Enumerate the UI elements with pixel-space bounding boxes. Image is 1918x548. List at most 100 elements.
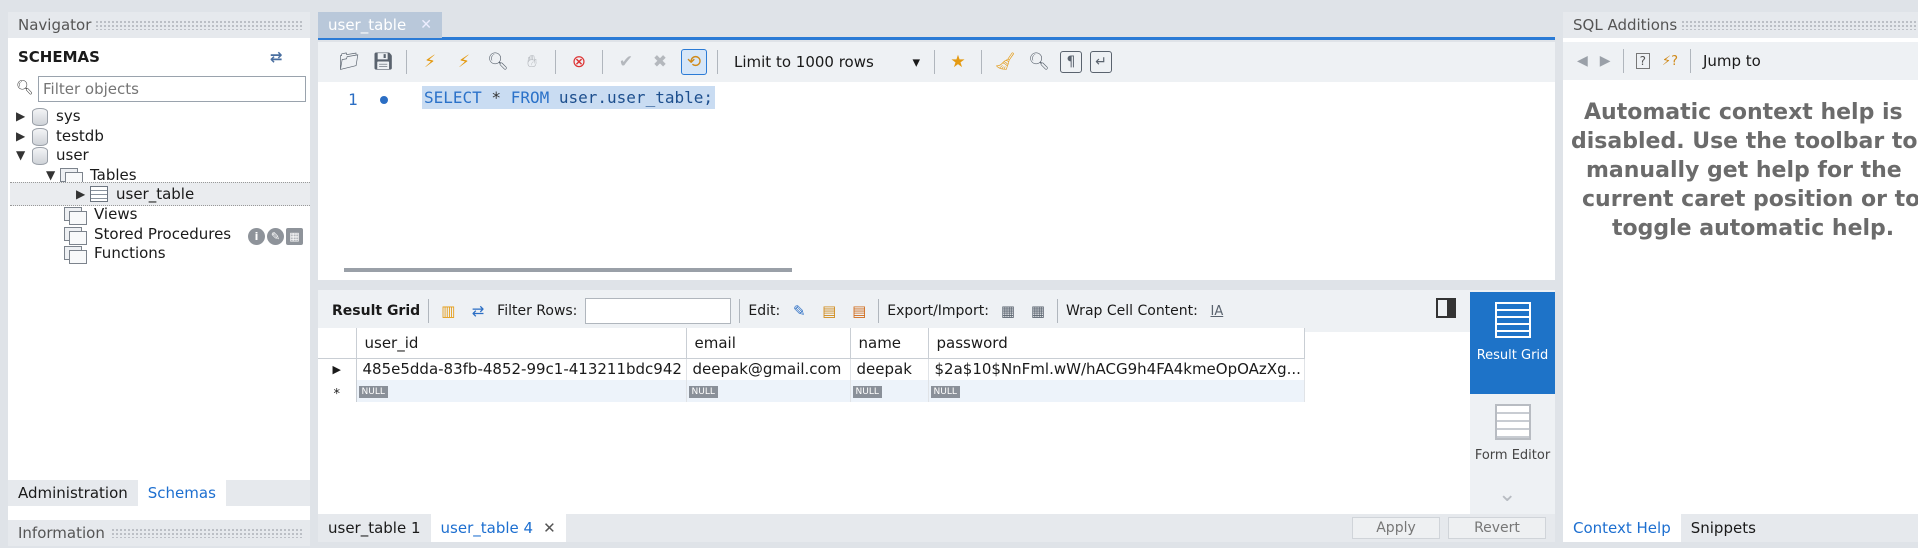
insert-row-icon[interactable]: ▤ [818,300,840,322]
table-cell[interactable]: NULL [356,380,687,402]
tree-item-functions[interactable]: Functions [64,241,166,265]
edit-label: Edit: [748,303,781,319]
panel-grip[interactable] [1681,20,1918,30]
form-editor-button[interactable]: Form Editor [1470,404,1555,484]
table-cell[interactable]: 485e5dda-83fb-4852-99c1-413211bdc942 [356,358,687,380]
tab-schemas[interactable]: Schemas [137,480,226,506]
import-icon[interactable]: ▦ [1027,300,1049,322]
stop-on-error-icon[interactable]: ⊗ [566,49,592,75]
refresh-rows-icon[interactable]: ⇄ [467,300,489,322]
limit-rows-select[interactable]: Limit to 1000 rows ▾ [728,48,924,76]
edit-row-icon[interactable]: ✎ [788,300,810,322]
collapse-arrow-icon[interactable]: ▼ [16,148,30,162]
toggle-side-panel-icon[interactable] [1436,298,1456,318]
table-data-icon[interactable]: ▦ [286,228,303,245]
wrench-icon[interactable]: ✎ [267,228,284,245]
expand-arrow-icon[interactable]: ▶ [16,129,30,143]
tab-snippets[interactable]: Snippets [1681,519,1766,537]
tab-user-table-1[interactable]: user_table 1 [318,519,431,537]
table-row-actions: i ✎ ▦ [248,228,303,245]
word-wrap-icon[interactable]: ↵ [1090,51,1112,73]
delete-row-icon[interactable]: ▤ [848,300,870,322]
toolbar-separator [428,299,430,323]
open-file-icon[interactable]: 📁︎ [336,49,362,75]
table-cell[interactable]: NULL [850,380,929,402]
table-cell[interactable]: deepak [850,358,929,380]
back-icon[interactable]: ◀ [1577,53,1588,69]
jump-to-select[interactable]: Jump to [1703,52,1761,70]
null-badge: NULL [358,386,388,398]
forward-icon[interactable]: ▶ [1600,53,1611,69]
result-grid-button-label: Result Grid [1476,348,1549,363]
close-icon[interactable]: ✕ [543,519,556,537]
info-icon[interactable]: i [248,228,265,245]
folder-icon [64,205,90,225]
table-icon [90,186,108,202]
expand-arrow-icon[interactable]: ▶ [76,187,90,201]
form-icon [1494,404,1531,440]
stop-icon[interactable]: ✋︎ [519,49,545,75]
tab-context-help[interactable]: Context Help [1563,514,1681,542]
revert-button[interactable]: Revert [1448,517,1546,539]
column-header-email[interactable]: email [686,328,851,359]
beautify-icon[interactable]: 🧹︎ [992,49,1018,75]
autocommit-icon[interactable]: ⟲ [681,49,707,75]
tree-item-user-table[interactable]: ▶ user_table [10,182,310,206]
result-panel: Result Grid ▥ ⇄ Filter Rows: Edit: ✎ ▤ ▤… [318,290,1555,514]
collapse-arrow-icon[interactable]: ▼ [46,168,60,182]
filter-objects-input[interactable] [38,76,306,102]
sql-identifier: user.user_table; [549,88,713,107]
expand-arrow-icon[interactable]: ▶ [16,109,30,123]
sql-editor-toolbar: 📁︎ 💾︎ ⚡︎ ⚡︎ 🔍︎ ✋︎ ⊗ ✔ ✖ ⟲ Limit to 1000 … [318,42,1555,82]
manual-help-icon[interactable]: ? [1635,53,1650,69]
panel-grip[interactable] [110,528,304,538]
limit-rows-label: Limit to 1000 rows [734,53,874,71]
invisible-chars-icon[interactable]: ¶ [1060,51,1082,73]
auto-help-icon[interactable]: ⚡? [1662,54,1678,69]
apply-button[interactable]: Apply [1352,517,1440,539]
save-icon[interactable]: 💾︎ [370,49,396,75]
execute-current-icon[interactable]: ⚡︎ [451,49,477,75]
column-header-user-id[interactable]: user_id [356,328,687,359]
table-row[interactable]: ▶ 485e5dda-83fb-4852-99c1-413211bdc942 d… [318,358,1305,380]
table-cell[interactable]: NULL [928,380,1305,402]
refresh-icon[interactable]: ⇄ [270,48,283,66]
export-icon[interactable]: ▦ [997,300,1019,322]
find-icon[interactable]: 🔍︎ [1026,49,1052,75]
execute-icon[interactable]: ⚡︎ [417,49,443,75]
result-tabs: user_table 1 user_table 4 ✕ Apply Revert [318,514,1555,542]
table-cell[interactable]: NULL [686,380,851,402]
query-tab-label: user_table [328,16,407,34]
column-header-name[interactable]: name [850,328,929,359]
table-cell[interactable]: deepak@gmail.com [686,358,851,380]
explain-icon[interactable]: 🔍︎ [485,49,511,75]
close-icon[interactable]: ✕ [420,17,432,33]
schemas-label: SCHEMAS [18,48,100,66]
result-grid-button[interactable]: Result Grid [1470,292,1555,394]
column-toggle-icon[interactable]: ▥ [437,300,459,322]
scrollbar-thumb[interactable] [344,268,792,272]
toolbar-separator [1689,49,1691,73]
column-header-password[interactable]: password [928,328,1305,359]
commit-icon[interactable]: ✔ [613,49,639,75]
sql-editor[interactable]: 1 SELECT * FROM user.user_table; [318,82,1555,260]
database-icon [30,146,48,165]
rollback-icon[interactable]: ✖ [647,49,673,75]
filter-rows-input[interactable] [585,298,732,324]
wrap-text-icon[interactable]: IA [1206,300,1228,322]
tab-user-table-4[interactable]: user_table 4 ✕ [430,514,566,542]
folder-icon [64,244,90,264]
table-cell[interactable]: $2a$10$NnFml.wW/hACG9h4FA4kmeOpOAzXg... [928,358,1305,380]
add-snippet-icon[interactable]: ★ [945,49,971,75]
chevron-down-icon[interactable]: ⌄ [1498,482,1516,507]
new-row[interactable]: * NULL NULL NULL NULL [318,380,1305,402]
sql-statement[interactable]: SELECT * FROM user.user_table; [422,86,715,109]
result-grid-table[interactable]: user_id email name password ▶ 485e5dda-8… [318,328,1305,402]
wrap-cell-label: Wrap Cell Content: [1065,303,1198,319]
database-icon [30,107,48,126]
line-number: 1 [348,90,358,109]
query-tab[interactable]: user_table ✕ [318,12,442,38]
panel-grip[interactable] [95,20,304,30]
toolbar-separator [1056,299,1058,323]
tab-administration[interactable]: Administration [8,480,138,506]
